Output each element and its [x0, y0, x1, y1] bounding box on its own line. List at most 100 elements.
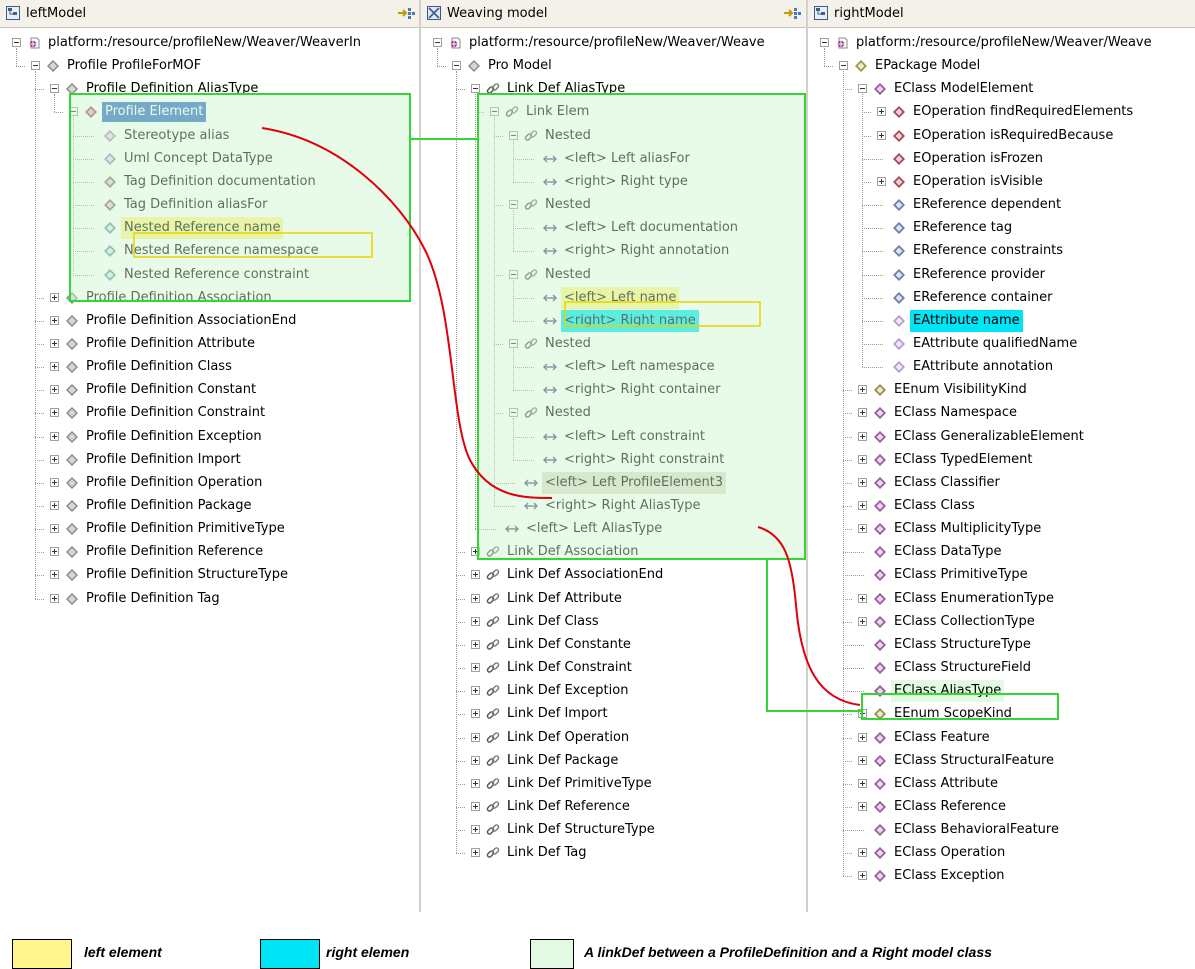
- expand-icon[interactable]: [50, 315, 59, 325]
- expand-icon[interactable]: [50, 292, 59, 302]
- tree-item-ereference-container[interactable]: EReference container: [808, 287, 1195, 309]
- tree-item-profile-profileformof[interactable]: Profile ProfileForMOF: [0, 55, 419, 77]
- tree-item-ereference-provider[interactable]: EReference provider: [808, 264, 1195, 286]
- collapse-icon[interactable]: [31, 61, 40, 71]
- tree-item-eattribute-annotation[interactable]: EAttribute annotation: [808, 356, 1195, 378]
- expand-icon[interactable]: [877, 130, 886, 140]
- tree-item-eoperation-findrequiredelements[interactable]: EOperation findRequiredElements: [808, 101, 1195, 123]
- collapse-icon[interactable]: [12, 38, 21, 47]
- collapse-icon[interactable]: [509, 408, 518, 418]
- tree-item-profile-definition-class[interactable]: Profile Definition Class: [0, 356, 419, 378]
- expand-icon[interactable]: [858, 431, 867, 441]
- expand-icon[interactable]: [471, 547, 480, 557]
- tree-item-eclass-typedelement[interactable]: EClass TypedElement: [808, 449, 1195, 471]
- tree-item-link-def-association[interactable]: Link Def Association: [421, 541, 806, 563]
- tree-item-eclass-class[interactable]: EClass Class: [808, 495, 1195, 517]
- expand-icon[interactable]: [471, 732, 480, 742]
- collapse-icon[interactable]: [69, 107, 78, 117]
- collapse-icon[interactable]: [50, 84, 59, 94]
- tree-item-left-namespace[interactable]: <left> Left namespace: [421, 356, 806, 378]
- tree-item-ereference-constraints[interactable]: EReference constraints: [808, 240, 1195, 262]
- tree-item-link-def-structuretype[interactable]: Link Def StructureType: [421, 819, 806, 841]
- tree-item-eclass-enumerationtype[interactable]: EClass EnumerationType: [808, 588, 1195, 610]
- tree-item-link-def-operation[interactable]: Link Def Operation: [421, 727, 806, 749]
- expand-icon[interactable]: [858, 408, 867, 418]
- expand-icon[interactable]: [471, 848, 480, 858]
- expand-icon[interactable]: [471, 570, 480, 580]
- tree-item-right-annotation[interactable]: <right> Right annotation: [421, 240, 806, 262]
- tree-item-uml-concept-datatype[interactable]: Uml Concept DataType: [0, 148, 419, 170]
- tree-item-eoperation-isfrozen[interactable]: EOperation isFrozen: [808, 148, 1195, 170]
- tree-item-profile-definition-attribute[interactable]: Profile Definition Attribute: [0, 333, 419, 355]
- collapse-icon[interactable]: [839, 61, 848, 71]
- expand-icon[interactable]: [858, 755, 867, 765]
- tree-item-profile-element[interactable]: Profile Element: [0, 101, 419, 124]
- expand-icon[interactable]: [471, 709, 480, 719]
- collapse-icon[interactable]: [490, 107, 499, 117]
- tree-item-link-def-attribute[interactable]: Link Def Attribute: [421, 588, 806, 610]
- expand-icon[interactable]: [877, 176, 886, 186]
- tree-item-profile-definition-constraint[interactable]: Profile Definition Constraint: [0, 402, 419, 424]
- tree-item-eclass-structurefield[interactable]: EClass StructureField: [808, 657, 1195, 679]
- tree-item-eclass-feature[interactable]: EClass Feature: [808, 727, 1195, 749]
- tree-item-left-name[interactable]: <left> Left name: [421, 286, 806, 309]
- expand-icon[interactable]: [471, 663, 480, 673]
- expand-icon[interactable]: [858, 385, 867, 395]
- collapse-icon[interactable]: [433, 38, 442, 47]
- collapse-icon[interactable]: [820, 38, 829, 47]
- tree-item-right-constraint[interactable]: <right> Right constraint: [421, 449, 806, 471]
- expand-icon[interactable]: [50, 593, 59, 603]
- tree-item-link-def-constante[interactable]: Link Def Constante: [421, 634, 806, 656]
- tree-item-left-aliastype[interactable]: <left> Left AliasType: [421, 518, 806, 540]
- expand-icon[interactable]: [877, 107, 886, 117]
- tree-item-right-type[interactable]: <right> Right type: [421, 171, 806, 193]
- expand-icon[interactable]: [471, 593, 480, 603]
- expand-icon[interactable]: [50, 408, 59, 418]
- expand-icon[interactable]: [50, 362, 59, 372]
- tree-item-link-def-exception[interactable]: Link Def Exception: [421, 680, 806, 702]
- expand-icon[interactable]: [50, 385, 59, 395]
- expand-icon[interactable]: [858, 709, 867, 719]
- tree-item-eclass-collectiontype[interactable]: EClass CollectionType: [808, 611, 1195, 633]
- tree-item-nested-reference-name[interactable]: Nested Reference name: [0, 217, 419, 240]
- tree-item-profile-definition-package[interactable]: Profile Definition Package: [0, 495, 419, 517]
- collapse-icon[interactable]: [509, 130, 518, 140]
- tree-item-profile-definition-aliastype[interactable]: Profile Definition AliasType: [0, 78, 419, 100]
- tree-item-ereference-tag[interactable]: EReference tag: [808, 217, 1195, 239]
- expand-icon[interactable]: [858, 501, 867, 510]
- collapse-icon[interactable]: [471, 84, 480, 94]
- expand-icon[interactable]: [858, 801, 867, 811]
- tree-item-eattribute-qualifiedname[interactable]: EAttribute qualifiedName: [808, 333, 1195, 355]
- tree-item-eattribute-name[interactable]: EAttribute name: [808, 309, 1195, 332]
- expand-icon[interactable]: [50, 454, 59, 464]
- expand-icon[interactable]: [858, 778, 867, 788]
- tree-item-eenum-visibilitykind[interactable]: EEnum VisibilityKind: [808, 379, 1195, 401]
- tree-item-tag-definition-aliasfor[interactable]: Tag Definition aliasFor: [0, 194, 419, 216]
- tree-item-profile-definition-reference[interactable]: Profile Definition Reference: [0, 541, 419, 563]
- tree-item-eenum-scopekind[interactable]: EEnum ScopeKind: [808, 703, 1195, 725]
- tree-item-eoperation-isvisible[interactable]: EOperation isVisible: [808, 171, 1195, 193]
- tree-item-ereference-dependent[interactable]: EReference dependent: [808, 194, 1195, 216]
- tree-item-link-def-aliastype[interactable]: Link Def AliasType: [421, 78, 806, 100]
- tree-item-nested[interactable]: Nested: [421, 125, 806, 147]
- tree-item-link-def-reference[interactable]: Link Def Reference: [421, 796, 806, 818]
- tree-item-eclass-operation[interactable]: EClass Operation: [808, 842, 1195, 864]
- tree-item-nested[interactable]: Nested: [421, 402, 806, 424]
- tree-item-epackage-model[interactable]: EPackage Model: [808, 55, 1195, 77]
- expand-icon[interactable]: [858, 871, 867, 881]
- expand-icon[interactable]: [50, 477, 59, 487]
- expand-icon[interactable]: [858, 524, 867, 534]
- tree-item-eclass-datatype[interactable]: EClass DataType: [808, 541, 1195, 563]
- tree-item-platform-resource-profilenew-weaver-weave[interactable]: platform:/resource/profileNew/Weaver/Wea…: [421, 32, 806, 54]
- tree-item-tag-definition-documentation[interactable]: Tag Definition documentation: [0, 171, 419, 193]
- collapse-icon[interactable]: [509, 200, 518, 210]
- expand-icon[interactable]: [471, 755, 480, 765]
- tree-item-nested[interactable]: Nested: [421, 194, 806, 216]
- tree-item-profile-definition-import[interactable]: Profile Definition Import: [0, 449, 419, 471]
- tree-item-eclass-generalizableelement[interactable]: EClass GeneralizableElement: [808, 426, 1195, 448]
- expand-icon[interactable]: [50, 547, 59, 557]
- tree-item-profile-definition-operation[interactable]: Profile Definition Operation: [0, 472, 419, 494]
- tree-item-link-def-constraint[interactable]: Link Def Constraint: [421, 657, 806, 679]
- expand-icon[interactable]: [50, 501, 59, 510]
- expand-icon[interactable]: [471, 801, 480, 811]
